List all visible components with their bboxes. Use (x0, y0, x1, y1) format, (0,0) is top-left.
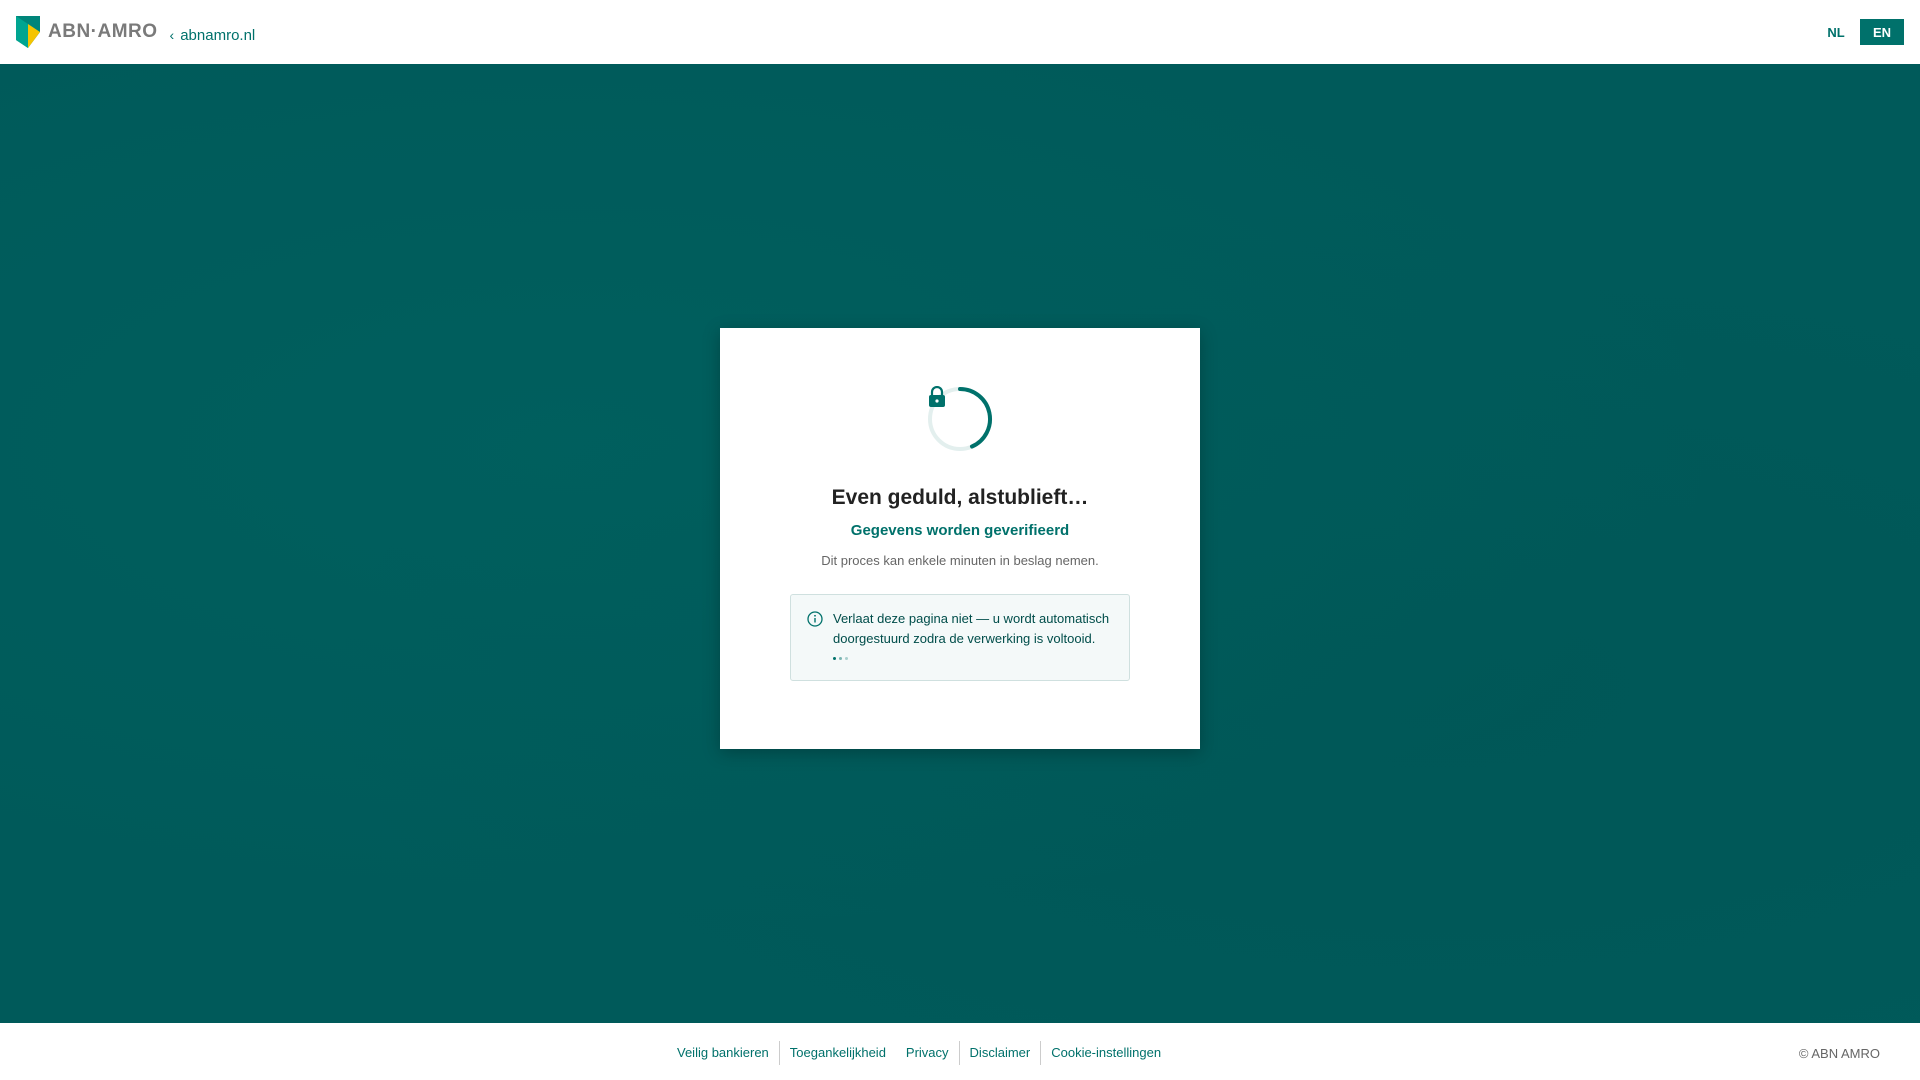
loading-subtitle: Gegevens worden geverifieerd (850, 522, 1070, 539)
language-switch: NL EN (1816, 19, 1904, 45)
spinner-icon (927, 386, 993, 452)
logo-text: ABN·AMRO (48, 21, 158, 42)
footer-link-privacy[interactable]: Privacy (896, 1041, 959, 1065)
main-area: Even geduld, alstublieft… Gegevens worde… (0, 64, 1920, 1023)
header: ABN·AMRO ‹ abnamro.nl NL EN (0, 0, 1920, 64)
loading-title: Even geduld, alstublieft… (831, 486, 1089, 509)
logo[interactable]: ABN·AMRO (16, 16, 158, 48)
footer-links: Veilig bankieren Toegankelijkheid Privac… (667, 1041, 1171, 1065)
notice-text: Verlaat deze pagina niet — u wordt autom… (833, 611, 1110, 646)
chevron-left-icon: ‹ (169, 27, 175, 43)
footer-link-veilig-bankieren[interactable]: Veilig bankieren (667, 1041, 779, 1065)
loading-card: Even geduld, alstublieft… Gegevens worde… (720, 328, 1200, 749)
lang-en-button[interactable]: EN (1860, 19, 1904, 45)
back-link[interactable]: ‹ abnamro.nl (170, 27, 256, 44)
loading-description: Dit proces kan enkele minuten in beslag … (821, 553, 1099, 568)
copyright: © ABN AMRO (1798, 1046, 1880, 1061)
notice-box: Verlaat deze pagina niet — u wordt autom… (790, 594, 1130, 681)
info-icon (807, 611, 823, 627)
footer-link-toegankelijkheid[interactable]: Toegankelijkheid (780, 1041, 896, 1065)
footer-link-cookie-instellingen[interactable]: Cookie-instellingen (1041, 1041, 1171, 1065)
abn-amro-shield-icon (16, 16, 40, 48)
progress-dots (833, 657, 1113, 660)
lock-icon (929, 386, 945, 407)
footer: Veilig bankieren Toegankelijkheid Privac… (0, 1023, 1920, 1080)
back-link-label: abnamro.nl (180, 26, 256, 44)
footer-link-disclaimer[interactable]: Disclaimer (960, 1041, 1041, 1065)
lang-nl-button[interactable]: NL (1816, 19, 1856, 45)
